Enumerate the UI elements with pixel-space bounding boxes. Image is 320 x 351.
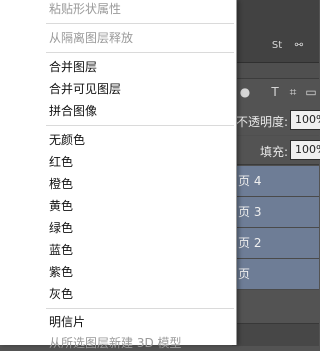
layer-row[interactable]: 页 2: [232, 228, 319, 259]
menu-separator: [46, 308, 234, 309]
layer-name: 页 4: [238, 174, 262, 188]
fill-input[interactable]: 100%: [290, 140, 320, 160]
layer-row[interactable]: 页 3: [232, 197, 319, 228]
menu-item-merge-layers[interactable]: 合并图层: [49, 59, 97, 75]
layer-context-menu: 粘贴形状属性 从隔离图层释放 合并图层 合并可见图层 拼合图像 无颜色 红色 橙…: [0, 0, 237, 350]
menu-separator: [46, 23, 234, 24]
menu-separator: [46, 52, 234, 53]
shape-filter-icon[interactable]: ⌗: [286, 85, 300, 99]
adjustment-circle-icon[interactable]: ●: [238, 85, 252, 99]
menu-item-red[interactable]: 红色: [49, 154, 73, 170]
menu-item-blue[interactable]: 蓝色: [49, 242, 73, 258]
menu-item-gray[interactable]: 灰色: [49, 286, 73, 302]
fill-label: 填充:: [260, 145, 289, 159]
menu-item-new-3d-from-layer[interactable]: 从所选图层新建 3D 模型: [49, 335, 182, 351]
menu-item-violet[interactable]: 紫色: [49, 264, 73, 280]
menu-item-release-from-isolation[interactable]: 从隔离图层释放: [49, 30, 133, 46]
menu-item-postcard[interactable]: 明信片: [49, 314, 85, 330]
fill-row: 填充: 100%: [232, 136, 320, 165]
layer-name: 页: [238, 267, 251, 281]
panel-tab-bar: St ⚯: [232, 0, 319, 63]
st-icon[interactable]: St: [270, 40, 284, 52]
menu-separator: [46, 125, 234, 126]
layers-panel: St ⚯ ● T ⌗ ▭ 不透明度: 100% 填充: 100% 页 4 页 3…: [232, 0, 320, 346]
type-filter-icon[interactable]: T: [268, 85, 282, 99]
menu-item-flatten-image[interactable]: 拼合图像: [49, 103, 97, 119]
opacity-input[interactable]: 100%: [290, 110, 320, 130]
link-icon[interactable]: ⚯: [292, 40, 306, 52]
menu-item-green[interactable]: 绿色: [49, 220, 73, 236]
menu-item-merge-visible[interactable]: 合并可见图层: [49, 81, 121, 97]
opacity-label: 不透明度:: [236, 115, 289, 129]
menu-item-yellow[interactable]: 黄色: [49, 198, 73, 214]
layer-name: 页 3: [238, 205, 262, 219]
layer-row[interactable]: 页: [232, 259, 319, 290]
menu-item-orange[interactable]: 橙色: [49, 176, 73, 192]
layer-row[interactable]: 页 4: [232, 166, 319, 197]
menu-item-no-color[interactable]: 无颜色: [49, 132, 85, 148]
menu-item-paste-shape-attributes[interactable]: 粘贴形状属性: [49, 1, 121, 17]
layer-filter-toolbar: ● T ⌗ ▭: [232, 78, 319, 107]
panel-bottom-bar: [232, 323, 319, 346]
opacity-row: 不透明度: 100%: [232, 106, 320, 135]
layer-name: 页 2: [238, 236, 262, 250]
smart-object-filter-icon[interactable]: ▭: [304, 85, 318, 99]
